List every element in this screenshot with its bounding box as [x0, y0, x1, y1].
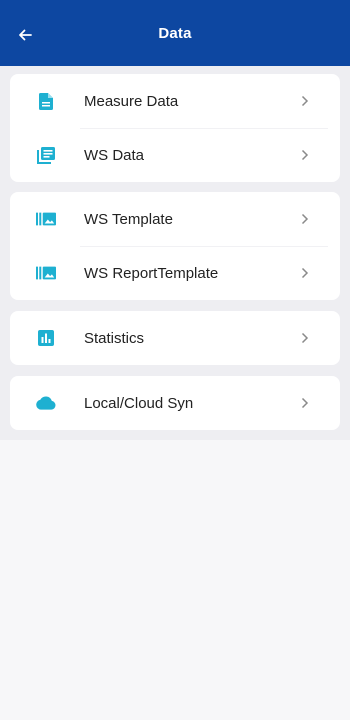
- menu-item-measure-data[interactable]: Measure Data: [10, 74, 340, 128]
- back-button[interactable]: [10, 20, 40, 50]
- menu-item-label: Statistics: [84, 329, 145, 347]
- chevron-right-icon: [298, 94, 312, 108]
- cloud-icon: [36, 393, 56, 413]
- page-title: Data: [158, 24, 192, 42]
- menu-item-local-cloud-sync[interactable]: Local/Cloud Syn: [10, 376, 340, 430]
- menu-item-label: WS Template: [84, 210, 173, 228]
- chevron-right-icon: [298, 396, 312, 410]
- menu-item-label: Measure Data: [84, 92, 179, 110]
- menu-item-statistics[interactable]: Statistics: [10, 311, 340, 365]
- menu-item-label: WS Data: [84, 146, 145, 164]
- menu-item-ws-data[interactable]: WS Data: [10, 128, 340, 182]
- chevron-right-icon: [298, 148, 312, 162]
- menu-group-templates: WS Template WS ReportTemplate: [10, 192, 340, 300]
- bar-chart-icon: [36, 328, 56, 348]
- menu-group-data: Measure Data WS Data: [10, 74, 340, 182]
- template-image-icon: [36, 263, 56, 283]
- arrow-left-icon: [19, 29, 32, 41]
- menu-group-sync: Local/Cloud Syn: [10, 376, 340, 430]
- chevron-right-icon: [298, 266, 312, 280]
- stacked-list-icon: [36, 145, 56, 165]
- menu-item-ws-report-template[interactable]: WS ReportTemplate: [10, 246, 340, 300]
- chevron-right-icon: [298, 212, 312, 226]
- chevron-right-icon: [298, 331, 312, 345]
- menu-item-label: WS ReportTemplate: [84, 264, 219, 282]
- app-header: Data: [0, 0, 350, 66]
- document-icon: [36, 91, 56, 111]
- content-area: Measure Data WS Data WS Template WS Repo…: [0, 66, 350, 440]
- menu-item-label: Local/Cloud Syn: [84, 394, 194, 412]
- menu-item-ws-template[interactable]: WS Template: [10, 192, 340, 246]
- template-image-icon: [36, 209, 56, 229]
- menu-group-statistics: Statistics: [10, 311, 340, 365]
